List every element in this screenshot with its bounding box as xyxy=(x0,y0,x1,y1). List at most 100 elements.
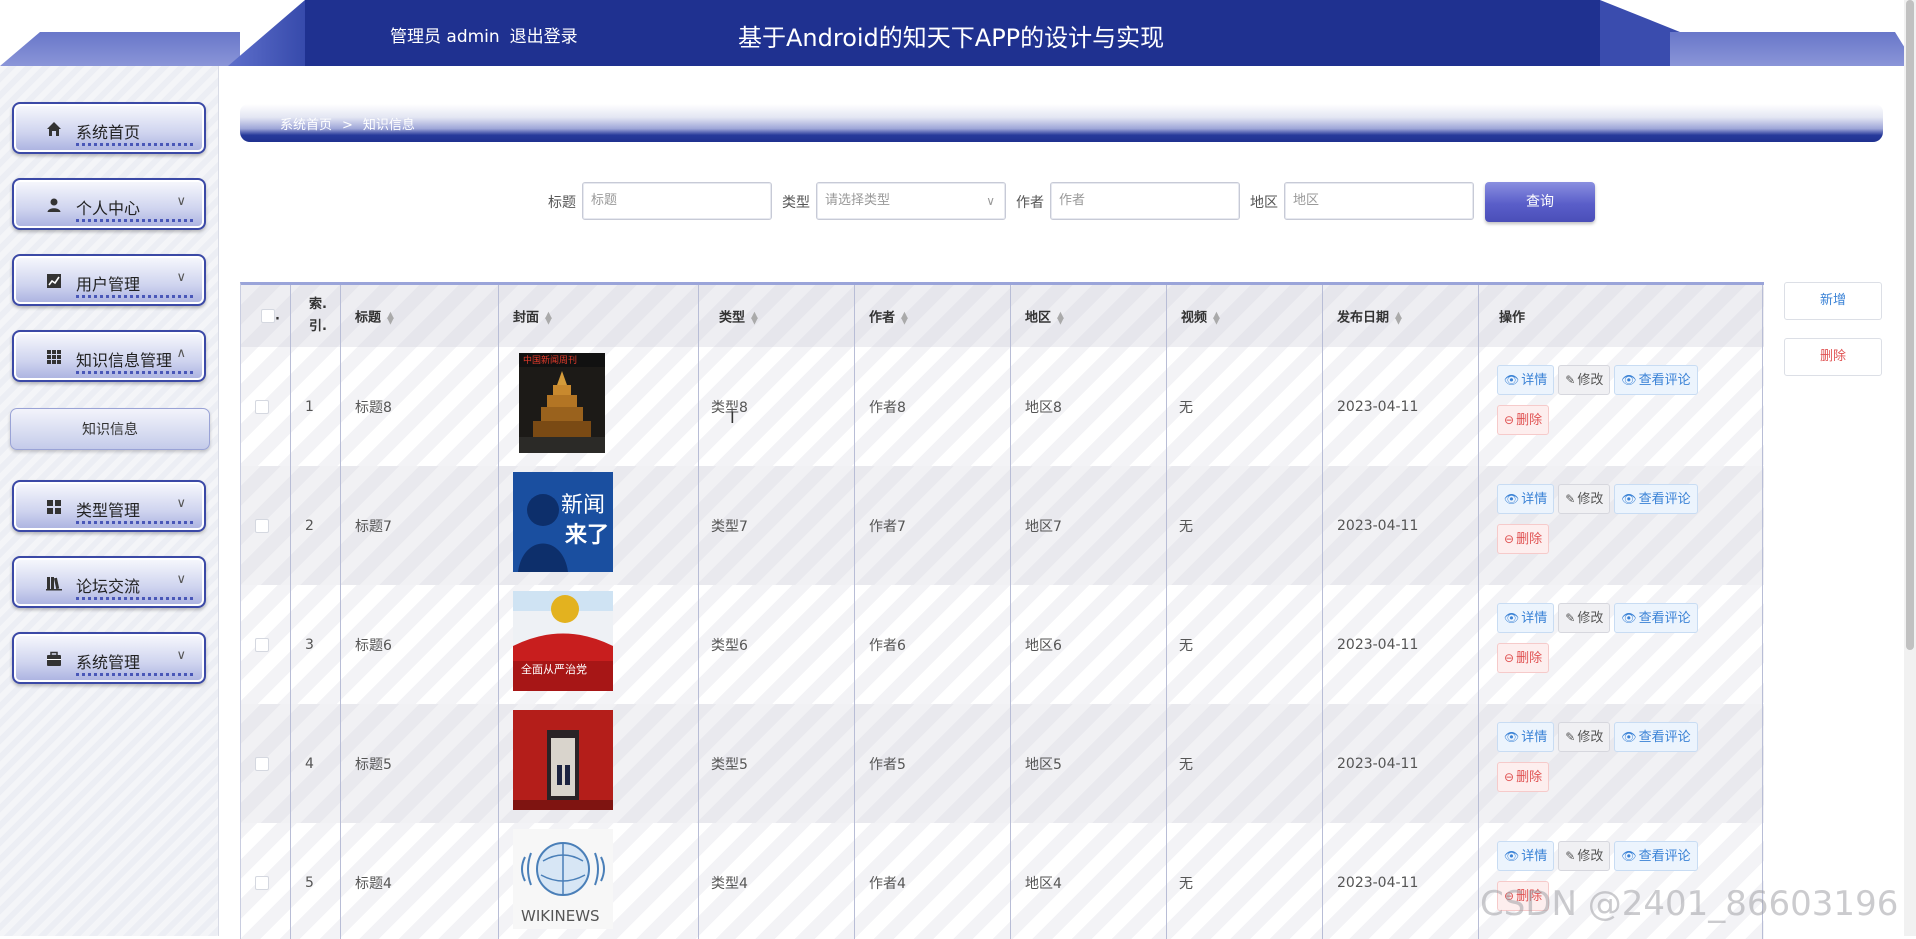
author-value: 作者7 xyxy=(869,518,906,535)
region-search-input[interactable]: 地区 xyxy=(1284,182,1474,220)
sort-icon[interactable]: ▲ ▼ xyxy=(1057,311,1064,326)
region-cell: 地区5 xyxy=(1011,704,1167,823)
view-comments-button[interactable]: 👁 查看评论 xyxy=(1614,603,1698,633)
row-checkbox[interactable] xyxy=(255,637,269,652)
index-value: 5 xyxy=(305,874,314,891)
header-region[interactable]: 地区 ▲ ▼ xyxy=(1011,285,1167,347)
sidebar-item-home[interactable]: 系统首页 xyxy=(12,102,206,154)
edit-button[interactable]: ✎ 修改 xyxy=(1558,722,1611,752)
header-date-text: 发布日期 xyxy=(1337,310,1390,326)
row-checkbox[interactable] xyxy=(255,875,269,890)
view-comments-button[interactable]: 👁 查看评论 xyxy=(1614,484,1698,514)
ops-cell: 👁 详情 ✎ 修改 👁 查看评论 ⊖ 删除 xyxy=(1479,585,1763,704)
eye-icon: 👁 xyxy=(1504,492,1520,506)
header-cover[interactable]: 封面 ▲ ▼ xyxy=(499,285,699,347)
cover-cell: WIKINEWS xyxy=(499,823,699,939)
title-value: 标题8 xyxy=(355,399,392,416)
header-date[interactable]: 发布日期 ▲ ▼ xyxy=(1323,285,1479,347)
author-search-input[interactable]: 作者 xyxy=(1050,182,1240,220)
view-comments-button[interactable]: 👁 查看评论 xyxy=(1614,841,1698,871)
view-comments-button[interactable]: 👁 查看评论 xyxy=(1614,722,1698,752)
detail-button[interactable]: 👁 详情 xyxy=(1497,365,1555,395)
detail-button[interactable]: 👁 详情 xyxy=(1497,841,1555,871)
sort-icon[interactable]: ▲ ▼ xyxy=(751,311,758,326)
sort-icon[interactable]: ▲ ▼ xyxy=(545,311,552,326)
region-cell: 地区4 xyxy=(1011,823,1167,939)
type-select[interactable]: 请选择类型 ∨ xyxy=(816,182,1006,220)
cover-image[interactable]: 全面从严治党 xyxy=(513,591,613,691)
batch-delete-button[interactable]: 删除 xyxy=(1784,338,1882,376)
author-value: 作者6 xyxy=(869,637,906,654)
edit-button[interactable]: ✎ 修改 xyxy=(1558,365,1611,395)
eye-icon: 👁 xyxy=(1504,373,1520,387)
date-value: 2023-04-11 xyxy=(1337,636,1419,653)
detail-button[interactable]: 👁 详情 xyxy=(1497,484,1555,514)
title-value: 标题5 xyxy=(355,756,392,773)
title-search-input[interactable]: 标题 xyxy=(582,182,772,220)
sort-icon[interactable]: ▲ ▼ xyxy=(1395,311,1402,326)
sidebar-item-forum[interactable]: 论坛交流 ∨ xyxy=(12,556,206,608)
logout-link[interactable]: 退出登录 xyxy=(510,27,578,47)
cover-image[interactable]: 新闻 来了 xyxy=(513,472,613,572)
delete-button[interactable]: ⊖ 删除 xyxy=(1497,524,1550,554)
sort-icon[interactable]: ▲ ▼ xyxy=(1213,311,1220,326)
view-comments-button[interactable]: 👁 查看评论 xyxy=(1614,365,1698,395)
add-button[interactable]: 新增 xyxy=(1784,282,1882,320)
cover-image[interactable]: 中国新闻周刊 xyxy=(513,353,613,453)
author-value: 作者8 xyxy=(869,399,906,416)
header-type[interactable]: 类型 ▲ ▼ xyxy=(699,285,855,347)
date-value: 2023-04-11 xyxy=(1337,517,1419,534)
cover-cell: 中国新闻周刊 xyxy=(499,347,699,466)
author-cell: 作者6 xyxy=(855,585,1011,704)
edit-button[interactable]: ✎ 修改 xyxy=(1558,841,1611,871)
edit-icon: ✎ xyxy=(1565,373,1576,387)
edit-button[interactable]: ✎ 修改 xyxy=(1558,603,1611,633)
sidebar-item-knowledge[interactable]: 知识信息管理 ∧ xyxy=(12,330,206,382)
detail-button[interactable]: 👁 详情 xyxy=(1497,722,1555,752)
edit-button[interactable]: ✎ 修改 xyxy=(1558,484,1611,514)
header-author-label: 作者 ▲ ▼ xyxy=(869,307,908,326)
sidebar-item-types[interactable]: 类型管理 ∨ xyxy=(12,480,206,532)
chevron-down-icon: ∨ xyxy=(176,572,186,587)
scrollbar-thumb[interactable] xyxy=(1906,0,1914,650)
menu-decoration xyxy=(76,371,196,374)
index-value: 1 xyxy=(305,398,314,415)
sort-icon[interactable]: ▲ ▼ xyxy=(387,311,394,326)
eye-icon: 👁 xyxy=(1621,611,1637,625)
breadcrumb-home[interactable]: 系统首页 xyxy=(280,118,332,133)
index-cell: 5 xyxy=(291,823,341,939)
row-checkbox[interactable] xyxy=(255,518,269,533)
delete-button[interactable]: ⊖ 删除 xyxy=(1497,762,1550,792)
sidebar-subitem-knowledge-info[interactable]: 知识信息 xyxy=(10,408,210,450)
query-button[interactable]: 查询 xyxy=(1485,182,1595,222)
cover-image[interactable]: WIKINEWS xyxy=(513,829,613,929)
delete-button[interactable]: ⊖ 删除 xyxy=(1497,405,1550,435)
title-value: 标题7 xyxy=(355,518,392,535)
detail-button[interactable]: 👁 详情 xyxy=(1497,603,1555,633)
detail-label: 详情 xyxy=(1521,373,1548,388)
ops-cell: 👁 详情 ✎ 修改 👁 查看评论 ⊖ 删除 xyxy=(1479,466,1763,585)
header-type-label: 类型 ▲ ▼ xyxy=(719,307,758,326)
header-cover-label: 封面 ▲ ▼ xyxy=(513,307,552,326)
header-author[interactable]: 作者 ▲ ▼ xyxy=(855,285,1011,347)
sidebar-item-users[interactable]: 用户管理 ∨ xyxy=(12,254,206,306)
select-all-checkbox[interactable] xyxy=(261,309,275,323)
header-title[interactable]: 标题 ▲ ▼ xyxy=(341,285,499,347)
row-checkbox[interactable] xyxy=(255,399,269,414)
top-header: 管理员 admin 退出登录 基于Android的知天下APP的设计与实现 xyxy=(0,0,1916,66)
eye-icon: 👁 xyxy=(1621,492,1637,506)
delete-button[interactable]: ⊖ 删除 xyxy=(1497,643,1550,673)
page-scrollbar[interactable] xyxy=(1904,0,1916,936)
video-value: 无 xyxy=(1179,637,1193,654)
cover-image[interactable] xyxy=(513,710,613,810)
region-value: 地区7 xyxy=(1025,518,1062,535)
sidebar-item-system[interactable]: 系统管理 ∨ xyxy=(12,632,206,684)
sidebar-item-profile[interactable]: 个人中心 ∨ xyxy=(12,178,206,230)
header-video[interactable]: 视频 ▲ ▼ xyxy=(1167,285,1323,347)
sort-icon[interactable]: ▲ ▼ xyxy=(901,311,908,326)
chevron-down-icon: ∨ xyxy=(176,270,186,285)
row-checkbox[interactable] xyxy=(255,756,269,771)
video-cell: 无 xyxy=(1167,823,1323,939)
date-value: 2023-04-11 xyxy=(1337,755,1419,772)
region-filter-label: 地区 xyxy=(1250,195,1278,211)
